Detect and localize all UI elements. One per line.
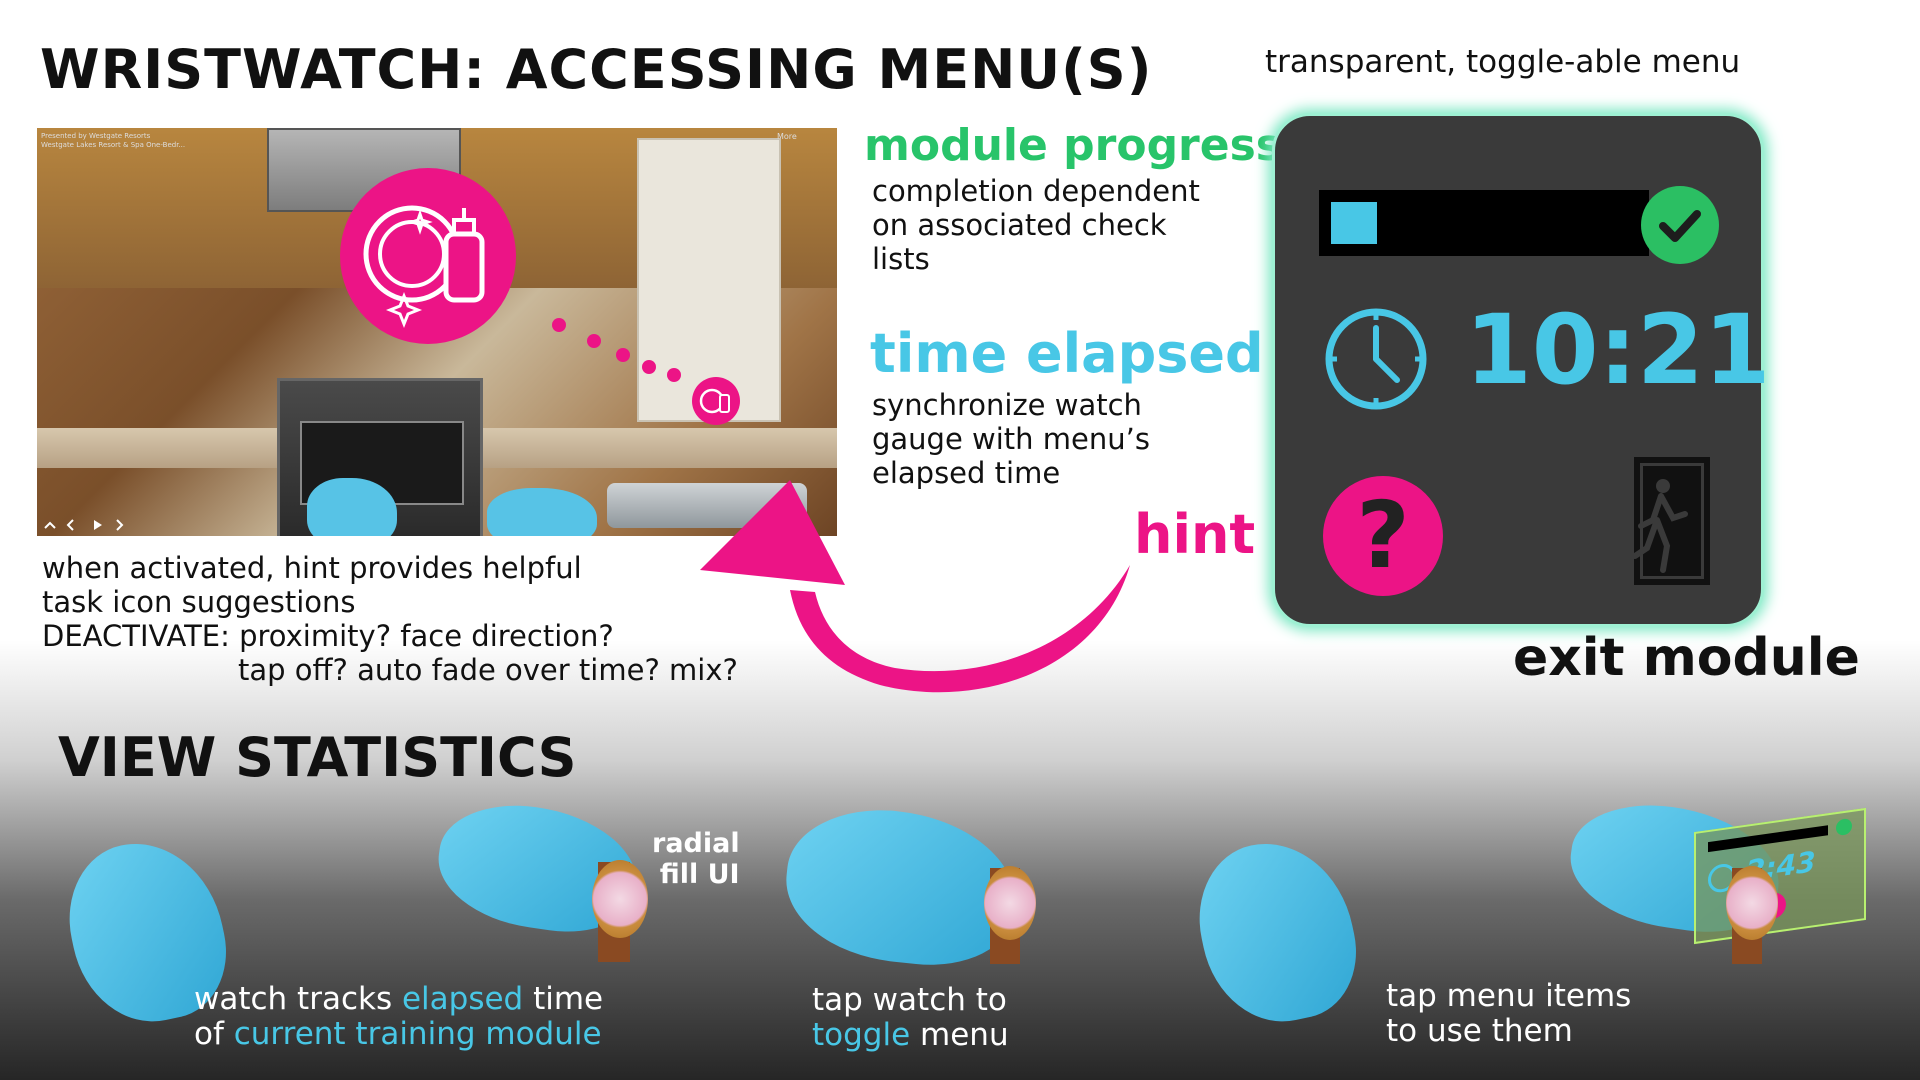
- caption-text: to use them: [1386, 1013, 1573, 1049]
- caption-text: of: [194, 1016, 234, 1052]
- wristwatch-icon[interactable]: [1726, 866, 1778, 940]
- caption-highlight: elapsed: [401, 981, 524, 1017]
- caption-highlight: toggle: [812, 1017, 911, 1053]
- caption-text: time: [523, 981, 604, 1017]
- caption-text: tap watch to: [812, 982, 1007, 1018]
- curved-arrow-icon: [700, 480, 1130, 693]
- help-icon[interactable]: ?: [1323, 476, 1443, 596]
- glove-hand: [1184, 828, 1370, 1036]
- exit-module-label: exit module: [1513, 628, 1860, 688]
- exit-icon[interactable]: [1633, 456, 1711, 586]
- trail-dot: [667, 368, 681, 382]
- text-line: lists: [872, 242, 930, 276]
- clock-icon[interactable]: [1323, 306, 1429, 412]
- text-line: DEACTIVATE: proximity? face direction?: [42, 619, 614, 653]
- step-caption-elapsed: watch tracks elapsed time of current tra…: [194, 982, 603, 1052]
- text-line: task icon suggestions: [42, 585, 356, 619]
- text-line: gauge with menu’s: [872, 422, 1150, 456]
- progress-fill: [1331, 202, 1377, 244]
- hint-description: when activated, hint provides helpful ta…: [42, 551, 738, 687]
- task-hint-icon[interactable]: [692, 377, 740, 425]
- trail-dot: [642, 360, 656, 374]
- wristwatch-icon[interactable]: [984, 866, 1036, 940]
- step-caption-toggle: tap watch to toggle menu: [812, 983, 1009, 1053]
- scene-header: Presented by Westgate Resorts Westgate L…: [41, 132, 185, 150]
- module-progress-description: completion dependent on associated check…: [872, 174, 1200, 276]
- caption-text: menu: [910, 1017, 1009, 1053]
- elapsed-time: 10:21: [1465, 294, 1771, 406]
- module-progress-bar: [1319, 190, 1649, 256]
- text-line: completion dependent: [872, 174, 1200, 208]
- right-glove: [487, 488, 597, 536]
- scene-controls[interactable]: [39, 514, 129, 534]
- text-line: radial: [652, 828, 740, 859]
- view-statistics-heading: VIEW STATISTICS: [58, 726, 577, 789]
- scene-header-line1: Presented by Westgate Resorts: [41, 132, 151, 140]
- more-button[interactable]: More: [777, 132, 797, 141]
- page-title: WRISTWATCH: ACCESSING MENU(S): [40, 38, 1153, 101]
- dish-soap-icon: [340, 168, 516, 344]
- module-progress-heading: module progress: [864, 120, 1282, 171]
- caption-highlight: current training module: [233, 1016, 602, 1052]
- text-line: fill UI: [659, 859, 740, 890]
- check-icon[interactable]: [1641, 186, 1719, 264]
- watch-menu-panel[interactable]: 10:21 ?: [1272, 113, 1771, 627]
- caption-text: watch tracks: [194, 981, 402, 1017]
- step-caption-tap-items: tap menu items to use them: [1386, 979, 1631, 1049]
- text-line: tap off? auto fade over time? mix?: [238, 653, 738, 687]
- menu-caption: transparent, toggle-able menu: [1265, 44, 1741, 80]
- hint-heading: hint: [1134, 503, 1256, 566]
- text-line: synchronize watch: [872, 388, 1142, 422]
- scene-header-line2: Westgate Lakes Resort & Spa One-Bedr...: [41, 141, 186, 149]
- trail-dot: [552, 318, 566, 332]
- text-line: when activated, hint provides helpful: [42, 551, 582, 585]
- caption-text: tap menu items: [1386, 978, 1632, 1014]
- trail-dot: [616, 348, 630, 362]
- mini-watch-menu[interactable]: 2:43: [1694, 807, 1866, 945]
- time-elapsed-heading: time elapsed: [870, 322, 1264, 385]
- wristwatch-icon[interactable]: [592, 860, 648, 938]
- text-line: on associated check: [872, 208, 1167, 242]
- radial-fill-label: radial fill UI: [652, 828, 740, 890]
- trail-dot: [587, 334, 601, 348]
- mini-check-icon: [1836, 817, 1852, 837]
